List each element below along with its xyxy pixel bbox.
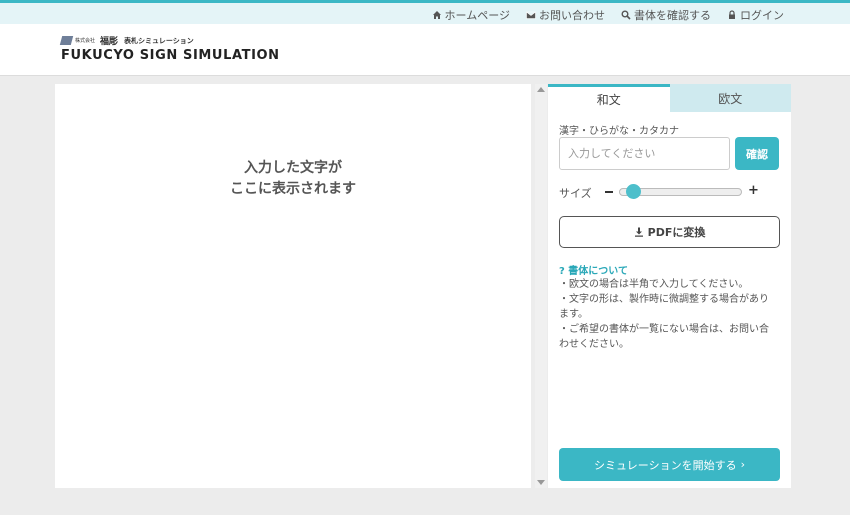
start-simulation-button[interactable]: シミュレーションを開始する › xyxy=(559,448,780,481)
nav-home-link[interactable]: ホームページ xyxy=(432,7,510,23)
logo-main-title: FUKUCYO SIGN SIMULATION xyxy=(61,48,280,63)
text-field-label: 漢字・ひらがな・カタカナ xyxy=(559,126,679,137)
increase-size-icon[interactable]: + xyxy=(748,184,759,198)
size-control: サイズ + xyxy=(559,184,781,201)
logo-mark-icon xyxy=(59,36,74,45)
size-label: サイズ xyxy=(559,187,592,200)
preview-area: 入力した文字が ここに表示されます xyxy=(55,84,531,488)
pdf-export-button[interactable]: PDFに変換 xyxy=(559,216,780,248)
lock-icon xyxy=(729,10,735,19)
nav-home-label: ホームページ xyxy=(444,9,510,22)
start-simulation-label: シミュレーションを開始する xyxy=(594,458,737,472)
scroll-up-arrow-icon[interactable] xyxy=(537,87,545,92)
nav-login-label: ログイン xyxy=(740,9,784,22)
nav-contact-link[interactable]: お問い合わせ xyxy=(526,7,605,23)
nav-contact-label: お問い合わせ xyxy=(539,9,605,22)
panel-scrollbar[interactable] xyxy=(535,84,547,488)
home-icon xyxy=(432,11,441,19)
nav-login-link[interactable]: ログイン xyxy=(727,7,784,23)
text-input[interactable] xyxy=(559,137,730,170)
about-notes: ・欧文の場合は半角で入力してください。 ・文字の形は、製作時に微調整する場合があ… xyxy=(559,277,777,352)
pdf-export-label: PDFに変換 xyxy=(647,226,706,239)
search-icon xyxy=(621,10,631,20)
logo-top-row: 株式会社 福彫 表札シミュレーション xyxy=(59,35,280,47)
confirm-button[interactable]: 確認 xyxy=(735,137,779,170)
scroll-down-arrow-icon[interactable] xyxy=(537,480,545,485)
preview-line-1: 入力した文字が xyxy=(244,160,342,176)
download-icon xyxy=(634,227,643,237)
note-item: ・文字の形は、製作時に微調整する場合があります。 xyxy=(559,294,769,320)
top-nav: ホームページ お問い合わせ 書体を確認する ログイン xyxy=(432,7,784,23)
tab-japanese[interactable]: 和文 xyxy=(548,84,670,112)
logo-sub-label: 表札シミュレーション xyxy=(124,36,194,45)
size-slider-thumb[interactable] xyxy=(625,184,641,199)
envelope-icon xyxy=(526,11,536,19)
logo-brand-label: 福彫 xyxy=(100,37,119,47)
top-utility-bar: ホームページ お問い合わせ 書体を確認する ログイン xyxy=(0,0,850,24)
chevron-right-icon: › xyxy=(740,458,745,471)
decrease-size-icon[interactable] xyxy=(605,191,613,193)
logo-corp-label: 株式会社 xyxy=(75,38,96,44)
site-logo[interactable]: 株式会社 福彫 表札シミュレーション FUKUCYO SIGN SIMULATI… xyxy=(59,35,280,63)
settings-panel: 和文 欧文 漢字・ひらがな・カタカナ 確認 サイズ + PDFに変換 ? 書体に… xyxy=(548,84,791,488)
script-tabs: 和文 欧文 xyxy=(548,84,791,112)
note-item: ・欧文の場合は半角で入力してください。 xyxy=(559,279,749,290)
nav-typeface-label: 書体を確認する xyxy=(634,9,711,22)
tab-latin[interactable]: 欧文 xyxy=(669,84,791,112)
preview-placeholder: 入力した文字が ここに表示されます xyxy=(55,158,531,200)
site-header: 株式会社 福彫 表札シミュレーション FUKUCYO SIGN SIMULATI… xyxy=(0,24,850,76)
preview-line-2: ここに表示されます xyxy=(230,181,356,197)
note-item: ・ご希望の書体が一覧にない場合は、お問い合わせください。 xyxy=(559,324,769,350)
nav-typeface-link[interactable]: 書体を確認する xyxy=(621,7,711,23)
about-typeface-link[interactable]: ? 書体について xyxy=(559,262,628,277)
